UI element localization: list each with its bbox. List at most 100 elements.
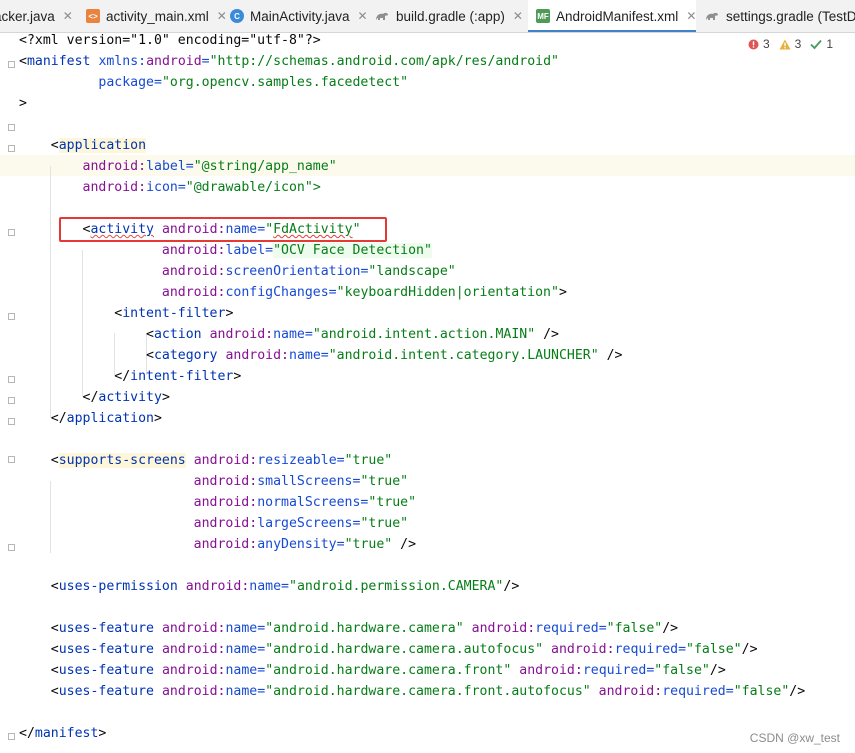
weak-warning-count[interactable]: 1 [810, 37, 833, 51]
code-line: </application> [19, 408, 162, 429]
attr-name: label [146, 159, 186, 174]
equals: = [177, 180, 186, 195]
tab-build-gradle-app[interactable]: build.gradle (:app) ✕ [374, 0, 523, 32]
attr-value: "false" [606, 621, 663, 636]
bracket: < [19, 348, 154, 363]
tag-name: category [153, 348, 218, 363]
code-line: android:screenOrientation="landscape" [19, 261, 456, 282]
close-icon[interactable]: ✕ [686, 9, 696, 23]
tab-activity-main-xml[interactable]: <> activity_main.xml ✕ [86, 0, 227, 32]
bracket: < [19, 642, 59, 657]
code-line: <uses-feature android:name="android.hard… [19, 639, 758, 660]
bracket: > [19, 96, 27, 111]
attr-name: configChanges [225, 285, 329, 300]
fold-marker[interactable] [8, 313, 15, 320]
code-line: android:label="@string/app_name" [19, 156, 337, 177]
fold-marker[interactable] [8, 418, 15, 425]
equals: = [598, 621, 607, 636]
attr-ns: android: [161, 663, 226, 678]
attr-ns: android: [185, 579, 250, 594]
attr-ns: android: [193, 516, 258, 531]
equals: = [265, 243, 274, 258]
equals: = [281, 579, 289, 594]
tab-androidmanifest-xml[interactable]: MF AndroidManifest.xml ✕ [528, 0, 696, 32]
equals: = [257, 663, 266, 678]
tab-label: MainActivity.java [250, 8, 350, 24]
tag-name: manifest [26, 54, 91, 69]
inspection-widget[interactable]: 3 3 1 [739, 37, 833, 51]
attr-ns: android: [161, 642, 226, 657]
equals: = [185, 159, 194, 174]
attr-ns: android: [161, 243, 226, 258]
fold-marker[interactable] [8, 456, 15, 463]
attr-ns: android: [225, 348, 289, 363]
tag-name: activity [98, 390, 162, 405]
attr-ns: android: [193, 474, 258, 489]
attr-name: required [614, 642, 679, 657]
code-line: <intent-filter> [19, 303, 233, 324]
code-line: </activity> [19, 387, 170, 408]
close-icon[interactable]: ✕ [513, 9, 523, 23]
xml-file-icon: <> [86, 9, 100, 23]
attr-value: "true" [360, 474, 409, 489]
tag-name: action [153, 327, 202, 342]
fold-marker[interactable] [8, 61, 15, 68]
attr-value: "true" [344, 537, 393, 552]
fold-marker[interactable] [8, 376, 15, 383]
bracket: /> [392, 537, 417, 552]
bracket: /> [789, 684, 806, 699]
bracket: /> [503, 579, 520, 594]
bracket: < [19, 663, 59, 678]
attr-ns: android: [519, 663, 583, 678]
warning-count[interactable]: 3 [779, 37, 801, 51]
close-icon[interactable]: ✕ [217, 9, 227, 23]
attr-value: "keyboardHidden|orientation" [336, 285, 559, 300]
tag-name: intent-filter [130, 369, 234, 384]
bracket: > [98, 726, 107, 741]
bracket: </ [19, 726, 35, 741]
bracket: < [19, 327, 154, 342]
error-count[interactable]: 3 [748, 37, 770, 51]
tab-label: activity_main.xml [106, 8, 209, 24]
bracket: > [225, 306, 234, 321]
equals: = [336, 453, 345, 468]
fold-marker[interactable] [8, 124, 15, 131]
attr-ns: android: [82, 159, 147, 174]
code-line: android:normalScreens="true" [19, 492, 416, 513]
gradle-icon [704, 10, 720, 22]
fold-marker[interactable] [8, 544, 15, 551]
attr-name: name [225, 621, 258, 636]
tab-acker-java[interactable]: acker.java ✕ [0, 0, 73, 32]
tab-mainactivity-java[interactable]: C MainActivity.java ✕ [230, 0, 368, 32]
equals: = [304, 327, 313, 342]
attr-name: required [582, 663, 647, 678]
code-editor[interactable]: <?xml version="1.0" encoding="utf-8"?> <… [0, 33, 855, 753]
bracket: /> [709, 663, 726, 678]
fold-marker[interactable] [8, 145, 15, 152]
attr-name: icon [146, 180, 178, 195]
tag-name: application [58, 138, 147, 153]
tab-label: acker.java [0, 8, 55, 24]
warning-icon [779, 39, 791, 49]
bracket: < [19, 684, 59, 699]
code-line: <uses-permission android:name="android.p… [19, 576, 520, 597]
gradle-icon [374, 10, 390, 22]
watermark: CSDN @xw_test [749, 731, 840, 745]
fold-marker[interactable] [8, 733, 15, 740]
code-line: <application [19, 135, 147, 156]
tab-settings-gradle[interactable]: settings.gradle (TestD [704, 0, 855, 32]
attr-value: "android.permission.CAMERA" [289, 579, 504, 594]
editor-gutter [0, 33, 18, 753]
close-icon[interactable]: ✕ [63, 9, 73, 23]
fold-marker[interactable] [8, 229, 15, 236]
attr-name: android [146, 54, 202, 69]
close-icon[interactable]: ✕ [358, 9, 368, 23]
bracket: </ [19, 369, 131, 384]
fold-marker[interactable] [8, 397, 15, 404]
attr-value: "true" [360, 516, 409, 531]
attr-value: "false" [686, 642, 742, 657]
